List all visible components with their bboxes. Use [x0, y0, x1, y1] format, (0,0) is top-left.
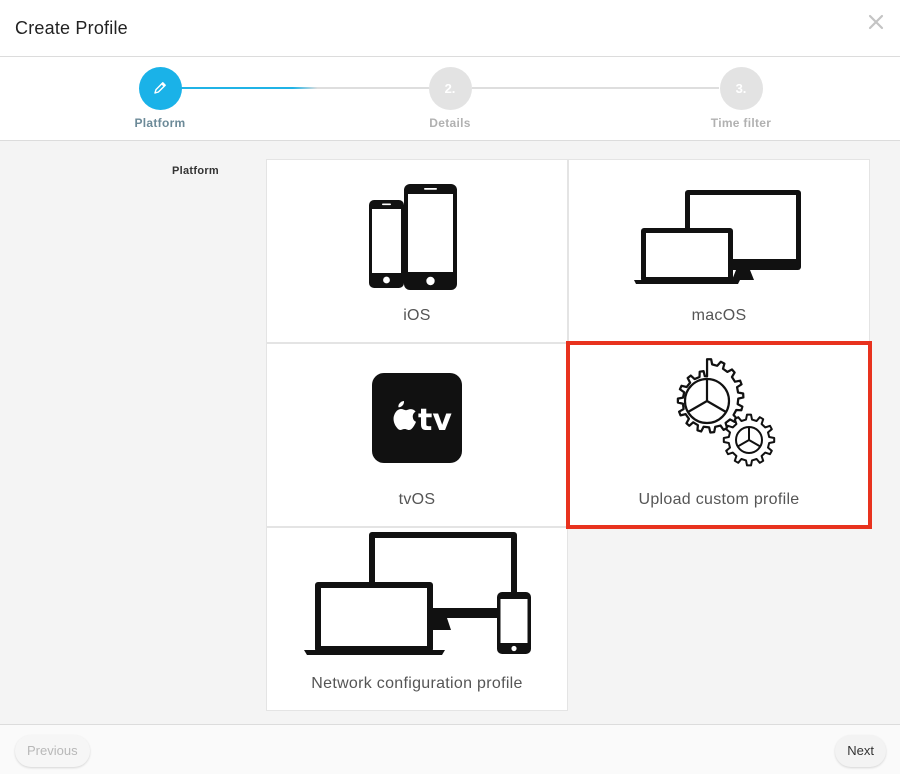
- svg-text:tv: tv: [418, 403, 452, 438]
- dialog-title: Create Profile: [15, 18, 128, 38]
- step-circle: 2.: [428, 67, 472, 110]
- step-circle: 3.: [719, 67, 763, 110]
- close-icon[interactable]: [864, 10, 888, 34]
- iphone-devices-icon: [369, 183, 457, 290]
- apple-tv-icon: tv: [372, 373, 462, 463]
- dialog-footer: Previous Next: [0, 724, 900, 774]
- all-devices-icon: [304, 532, 531, 655]
- platform-option-upload-custom-profile[interactable]: Upload custom profile: [566, 341, 872, 529]
- create-profile-dialog: Create Profile Platform 2. Details 3. Ti…: [0, 0, 900, 774]
- step-label: Platform: [134, 116, 186, 130]
- platform-option-label: tvOS: [398, 491, 436, 508]
- previous-button[interactable]: Previous: [15, 735, 90, 767]
- platform-option-label: macOS: [691, 307, 747, 324]
- mac-devices-icon: [634, 190, 801, 284]
- dialog-header: Create Profile: [0, 0, 900, 57]
- platform-option-tvos[interactable]: tv tvOS: [266, 343, 568, 527]
- platform-field-label: Platform: [172, 165, 220, 177]
- step-platform[interactable]: Platform: [100, 67, 220, 130]
- platform-option-label: iOS: [403, 307, 431, 324]
- step-circle: [138, 67, 182, 110]
- step-time-filter[interactable]: 3. Time filter: [681, 67, 801, 130]
- wizard-stepper: Platform 2. Details 3. Time filter: [0, 57, 900, 141]
- platform-option-label: Upload custom profile: [638, 491, 800, 508]
- platform-option-label: Network configuration profile: [311, 675, 523, 692]
- platform-option-macos[interactable]: macOS: [568, 159, 870, 343]
- gears-icon: [676, 358, 776, 467]
- step-details[interactable]: 2. Details: [390, 67, 510, 130]
- step-label: Time filter: [710, 116, 772, 130]
- platform-option-network-configuration-profile[interactable]: Network configuration profile: [266, 527, 568, 711]
- next-button[interactable]: Next: [835, 735, 886, 767]
- step-label: Details: [429, 116, 471, 130]
- pencil-icon: [154, 82, 166, 94]
- platform-option-ios[interactable]: iOS: [266, 159, 568, 343]
